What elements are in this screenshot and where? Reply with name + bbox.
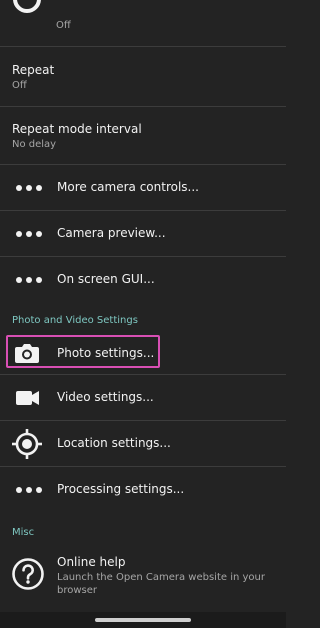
partial-top-subtitle: Off xyxy=(56,20,71,31)
camera-preview-label: Camera preview... xyxy=(57,226,166,240)
video-settings-label: Video settings... xyxy=(57,390,154,404)
location-settings-label: Location settings... xyxy=(57,436,171,450)
video-camera-icon xyxy=(16,391,39,405)
online-help-title: Online help xyxy=(57,555,126,569)
processing-settings-item[interactable]: Processing settings... xyxy=(0,467,286,511)
partial-top-item[interactable]: Off xyxy=(0,0,286,42)
location-target-icon xyxy=(12,429,42,459)
processing-settings-label: Processing settings... xyxy=(57,482,185,496)
section-header-photo-video: Photo and Video Settings xyxy=(12,315,138,326)
repeat-subtitle: Off xyxy=(12,80,27,91)
online-help-item[interactable]: Online help Launch the Open Camera websi… xyxy=(0,545,286,607)
more-dots-icon xyxy=(12,265,42,295)
highlight-box xyxy=(6,335,160,368)
settings-screen: Off Repeat Off Repeat mode interval No d… xyxy=(0,0,286,628)
on-screen-gui-item[interactable]: On screen GUI... xyxy=(0,257,286,301)
more-dots-icon xyxy=(12,219,42,249)
repeat-setting[interactable]: Repeat Off xyxy=(0,47,286,102)
repeat-interval-subtitle: No delay xyxy=(12,139,57,150)
more-camera-controls-item[interactable]: More camera controls... xyxy=(0,165,286,209)
on-screen-gui-label: On screen GUI... xyxy=(57,272,155,286)
help-circle-icon xyxy=(12,558,44,590)
home-indicator[interactable] xyxy=(95,618,191,622)
video-settings-item[interactable]: Video settings... xyxy=(0,375,286,419)
camera-preview-item[interactable]: Camera preview... xyxy=(0,211,286,255)
more-dots-icon xyxy=(12,173,42,203)
online-help-subtitle: Launch the Open Camera website in your xyxy=(57,572,265,583)
partial-circle-icon xyxy=(13,0,41,13)
repeat-interval-setting[interactable]: Repeat mode interval No delay xyxy=(0,107,286,162)
location-settings-item[interactable]: Location settings... xyxy=(0,421,286,465)
more-dots-icon xyxy=(12,475,42,505)
online-help-subtitle: browser xyxy=(57,585,98,596)
more-camera-controls-label: More camera controls... xyxy=(57,180,199,194)
section-header-misc: Misc xyxy=(12,527,35,538)
repeat-interval-title: Repeat mode interval xyxy=(12,122,142,136)
repeat-title: Repeat xyxy=(12,63,55,77)
